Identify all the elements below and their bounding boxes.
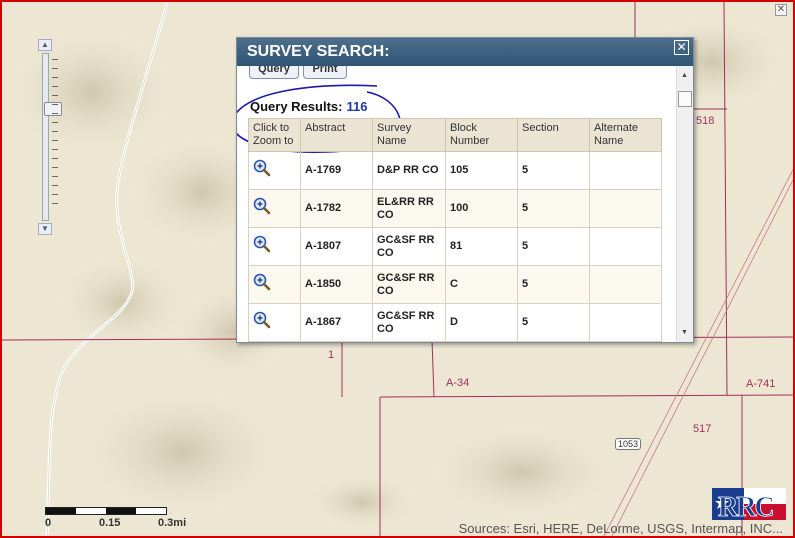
map-attribution: Sources: Esri, HERE, DeLorme, USGS, Inte…: [458, 521, 783, 536]
alternate-name-cell: [589, 189, 662, 228]
table-row: A-1807 GC&SF RR CO 81 5: [248, 227, 662, 266]
section-cell: 5: [517, 151, 590, 190]
col-header-zoom[interactable]: Click to Zoom to: [248, 118, 301, 152]
abstract-cell: A-1807: [300, 227, 373, 266]
dialog-title[interactable]: SURVEY SEARCH:: [237, 38, 693, 66]
zoom-magnifier-icon[interactable]: [253, 273, 271, 291]
map-frame: 518 1 A-34 A-741 517 1053 ✕ ▲ ▼ 0 0.15 0…: [0, 0, 795, 538]
table-row: A-1769 D&P RR CO 105 5: [248, 151, 662, 190]
dialog-body: Query Print Query Results: 116 Click to Z…: [237, 66, 677, 342]
zoom-magnifier-icon[interactable]: [253, 311, 271, 329]
abstract-cell: A-1850: [300, 265, 373, 304]
scroll-thumb[interactable]: [678, 91, 692, 107]
zoom-magnifier-icon[interactable]: [253, 235, 271, 253]
block-number-cell: D: [445, 303, 518, 342]
block-number-cell: 105: [445, 151, 518, 190]
scale-label-03: 0.3mi: [158, 517, 187, 529]
col-header-survey-name[interactable]: Survey Name: [372, 118, 446, 152]
map-close-icon[interactable]: ✕: [775, 4, 787, 16]
survey-name-cell: GC&SF RR CO: [372, 303, 446, 342]
scale-label-015: 0.15: [99, 517, 121, 529]
abstract-cell: A-1867: [300, 303, 373, 342]
zoom-in-icon[interactable]: ▲: [38, 39, 52, 51]
block-number-cell: 100: [445, 189, 518, 228]
block-number-cell: C: [445, 265, 518, 304]
query-results-label: Query Results: 116: [250, 99, 367, 114]
map-label-517: 517: [693, 423, 712, 435]
section-cell: 5: [517, 303, 590, 342]
zoom-cell[interactable]: [248, 227, 301, 266]
zoom-slider[interactable]: ▲ ▼: [35, 39, 62, 235]
abstract-cell: A-1782: [300, 189, 373, 228]
map-label-518: 518: [696, 115, 715, 127]
query-results-text: Query Results:: [250, 99, 343, 114]
survey-search-dialog: SURVEY SEARCH: ✕ Query Print Query Resul…: [236, 37, 694, 343]
abstract-cell: A-1769: [300, 151, 373, 190]
alternate-name-cell: [589, 303, 662, 342]
rrc-logo: RRC: [712, 488, 786, 522]
survey-name-cell: D&P RR CO: [372, 151, 446, 190]
map-label-1: 1: [328, 349, 335, 361]
scroll-up-icon[interactable]: ▲: [681, 72, 688, 79]
results-table: Click to Zoom to Abstract Survey Name Bl…: [248, 118, 662, 342]
dialog-close-icon[interactable]: ✕: [674, 40, 689, 55]
section-cell: 5: [517, 265, 590, 304]
zoom-track[interactable]: [42, 53, 62, 221]
survey-name-cell: GC&SF RR CO: [372, 265, 446, 304]
block-number-cell: 81: [445, 227, 518, 266]
zoom-cell[interactable]: [248, 189, 301, 228]
section-cell: 5: [517, 189, 590, 228]
zoom-ticks: [52, 59, 58, 209]
alternate-name-cell: [589, 151, 662, 190]
alternate-name-cell: [589, 227, 662, 266]
scroll-down-icon[interactable]: ▼: [681, 329, 688, 336]
table-header-row: Click to Zoom to Abstract Survey Name Bl…: [248, 118, 662, 152]
col-header-alternate-name[interactable]: Alternate Name: [589, 118, 662, 152]
map-label-a34: A-34: [446, 377, 470, 389]
map-label-a741: A-741: [746, 378, 776, 390]
zoom-cell[interactable]: [248, 265, 301, 304]
scale-label-0: 0: [45, 517, 52, 529]
table-row: A-1850 GC&SF RR CO C 5: [248, 265, 662, 304]
section-cell: 5: [517, 227, 590, 266]
col-header-section[interactable]: Section: [517, 118, 590, 152]
logo-text: RRC: [718, 492, 773, 522]
alternate-name-cell: [589, 265, 662, 304]
dialog-scrollbar[interactable]: ▲ ▼: [676, 66, 693, 342]
table-row: A-1867 GC&SF RR CO D 5: [248, 303, 662, 342]
col-header-abstract[interactable]: Abstract: [300, 118, 373, 152]
query-results-count: 116: [346, 99, 368, 114]
table-row: A-1782 EL&RR RR CO 100 5: [248, 189, 662, 228]
survey-name-cell: EL&RR RR CO: [372, 189, 446, 228]
zoom-cell[interactable]: [248, 303, 301, 342]
scale-bar-graphic: [45, 507, 167, 515]
zoom-magnifier-icon[interactable]: [253, 159, 271, 177]
survey-name-cell: GC&SF RR CO: [372, 227, 446, 266]
road-shield: 1053: [615, 438, 642, 450]
col-header-block-number[interactable]: Block Number: [445, 118, 518, 152]
results-table-body: A-1769 D&P RR CO 105 5 A-1782 EL&RR RR C…: [248, 151, 662, 342]
zoom-cell[interactable]: [248, 151, 301, 190]
zoom-out-icon[interactable]: ▼: [38, 223, 52, 235]
zoom-magnifier-icon[interactable]: [253, 197, 271, 215]
